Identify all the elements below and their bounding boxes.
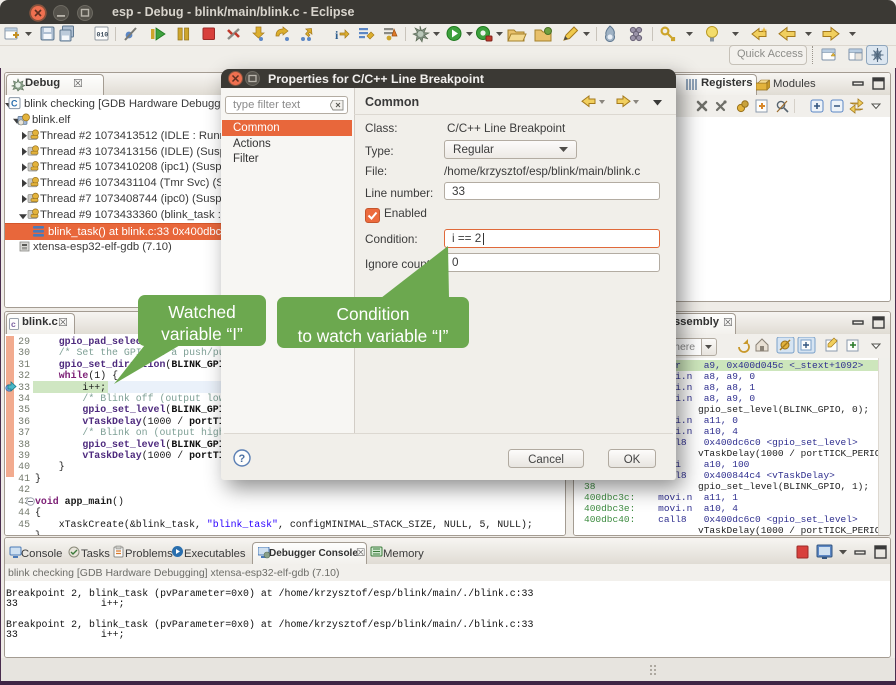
svg-text:variable “I”: variable “I” bbox=[161, 324, 243, 344]
svg-text:to watch variable “I”: to watch variable “I” bbox=[298, 326, 449, 346]
svg-text:Watched: Watched bbox=[168, 302, 236, 322]
svg-text:Condition: Condition bbox=[336, 304, 409, 324]
